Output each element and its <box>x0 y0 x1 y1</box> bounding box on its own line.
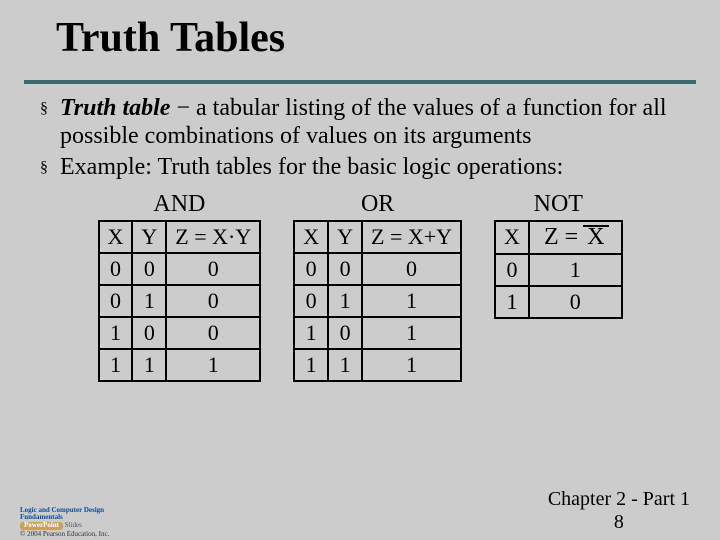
table-row: 10 <box>495 286 621 318</box>
bullet-marker: § <box>40 159 48 178</box>
table-row: 01 <box>495 254 621 286</box>
slide-title: Truth Tables <box>0 0 720 68</box>
table-row: X Y Z = X+Y <box>294 221 461 253</box>
not-title: NOT <box>534 191 583 218</box>
table-row: 100 <box>99 317 261 349</box>
bullet-2: § Example: Truth tables for the basic lo… <box>40 153 686 181</box>
table-row: 011 <box>294 285 461 317</box>
publisher-logo: Logic and Computer Design Fundamentals P… <box>20 507 140 538</box>
table-row: X Y Z = X·Y <box>99 221 261 253</box>
col-y: Y <box>328 221 362 253</box>
table-row: 111 <box>294 349 461 381</box>
col-y: Y <box>132 221 166 253</box>
table-row: 000 <box>294 253 461 285</box>
table-row: 010 <box>99 285 261 317</box>
bullet-1: § Truth table − a tabular listing of the… <box>40 94 686 151</box>
bullet-1-term: Truth table <box>60 95 170 121</box>
bullet-list: § Truth table − a tabular listing of the… <box>0 94 720 181</box>
and-table-block: AND X Y Z = X·Y 000 010 100 111 <box>98 191 262 382</box>
truth-tables-row: AND X Y Z = X·Y 000 010 100 111 OR X Y Z… <box>0 191 720 382</box>
not-z-xbar: X <box>585 224 606 251</box>
col-x: X <box>495 221 529 254</box>
table-row: 111 <box>99 349 261 381</box>
bullet-marker: § <box>40 100 48 119</box>
footer-right: Chapter 2 - Part 1 8 <box>548 488 690 534</box>
or-table-block: OR X Y Z = X+Y 000 011 101 111 <box>293 191 462 382</box>
or-table: X Y Z = X+Y 000 011 101 111 <box>293 220 462 382</box>
logo-line2b: Slides <box>65 521 82 529</box>
not-table: X Z = X 01 10 <box>494 220 622 319</box>
col-z: Z = X <box>529 221 622 254</box>
page-number: 8 <box>548 511 690 534</box>
title-underline <box>24 80 696 84</box>
and-table: X Y Z = X·Y 000 010 100 111 <box>98 220 262 382</box>
table-row: 101 <box>294 317 461 349</box>
table-row: 000 <box>99 253 261 285</box>
not-z-eq: = <box>565 224 580 250</box>
logo-line3: © 2004 Pearson Education, Inc. <box>20 531 140 538</box>
col-x: X <box>294 221 328 253</box>
col-z: Z = X+Y <box>362 221 461 253</box>
not-z-prefix: Z <box>544 224 559 250</box>
col-z: Z = X·Y <box>166 221 260 253</box>
or-title: OR <box>361 191 394 218</box>
chapter-label: Chapter 2 - Part 1 <box>548 488 690 511</box>
logo-chip: PowerPoint <box>20 522 63 529</box>
and-title: AND <box>153 191 205 218</box>
logo-line1: Logic and Computer Design Fundamentals <box>20 507 140 522</box>
bullet-1-text: Truth table − a tabular listing of the v… <box>60 94 686 151</box>
logo-line2: PowerPoint Slides <box>20 522 140 529</box>
bullet-2-text: Example: Truth tables for the basic logi… <box>60 153 563 181</box>
col-x: X <box>99 221 133 253</box>
table-row: X Z = X <box>495 221 621 254</box>
not-table-block: NOT X Z = X 01 10 <box>494 191 622 319</box>
